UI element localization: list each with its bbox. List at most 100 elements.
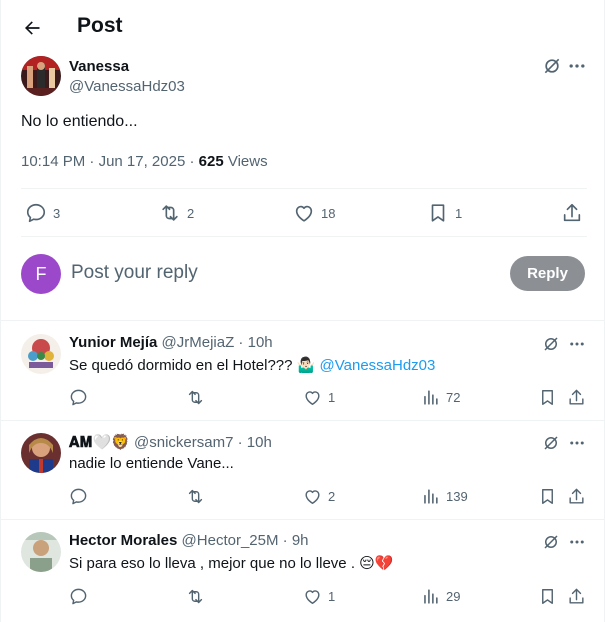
more-options-icon[interactable]: [567, 433, 587, 453]
bookmark-icon: [542, 390, 553, 405]
heart-icon: [305, 391, 320, 405]
reply-input[interactable]: [71, 262, 371, 284]
reply-text: Se quedó dormido en el Hotel??? 🤷🏻‍♂️ @V…: [69, 356, 435, 374]
page-title: Post: [77, 14, 123, 37]
share-action[interactable]: [567, 388, 586, 407]
reply-author-name[interactable]: Yunior Mejía: [69, 334, 157, 351]
main-action-bar: 3 2 18 1: [21, 200, 587, 226]
like-count: 2: [328, 489, 336, 504]
divider: [21, 188, 587, 189]
like-action[interactable]: 1: [303, 587, 335, 606]
reply-icon: [70, 488, 87, 505]
reply-icon: [70, 588, 87, 605]
views-count: 29: [446, 589, 461, 604]
repost-icon: [188, 589, 203, 604]
post-thread-page: Post Vanessa @VanessaHdz03 No lo entiend…: [0, 0, 605, 622]
reply-post[interactable]: Hector Morales @Hector_25M · 9h Si para …: [1, 518, 605, 622]
author-handle[interactable]: @VanessaHdz03: [69, 78, 185, 95]
reply-author-name[interactable]: 𝐀𝐌🤍🦁: [69, 434, 130, 451]
post-time[interactable]: 10:14 PM: [21, 153, 85, 170]
author-avatar[interactable]: [21, 56, 61, 96]
divider: [21, 236, 587, 237]
post-meta: 10:14 PM · Jun 17, 2025 · 625 Views: [21, 153, 268, 170]
repost-action[interactable]: [186, 388, 205, 407]
like-count: 18: [321, 205, 336, 221]
views-action[interactable]: 72: [421, 388, 460, 407]
author-name[interactable]: Vanessa: [69, 58, 129, 75]
reply-author-handle[interactable]: @JrMejiaZ: [162, 334, 235, 351]
bookmark-icon: [431, 204, 445, 222]
bookmark-action[interactable]: [538, 388, 557, 407]
reply-action[interactable]: [69, 487, 88, 506]
like-action[interactable]: 1: [303, 388, 335, 407]
views-icon: [424, 589, 438, 604]
mention-link[interactable]: @VanessaHdz03: [320, 357, 436, 374]
views-action[interactable]: 139: [421, 487, 468, 506]
reply-author-avatar[interactable]: [21, 334, 61, 374]
bookmark-action[interactable]: 1: [427, 202, 462, 224]
like-count: 1: [328, 390, 336, 405]
reply-author-name[interactable]: Hector Morales: [69, 532, 177, 549]
user-avatar[interactable]: F: [21, 254, 61, 294]
repost-icon: [188, 390, 203, 405]
more-options-icon[interactable]: [567, 334, 587, 354]
heart-icon: [305, 490, 320, 504]
more-options-icon[interactable]: [567, 56, 587, 76]
reply-icon: [26, 203, 46, 223]
views-action[interactable]: 29: [421, 587, 460, 606]
reply-post[interactable]: 𝐀𝐌🤍🦁 @snickersam7 · 10h nadie lo entiend…: [1, 419, 605, 519]
bookmark-icon: [542, 489, 553, 504]
reply-composer: F Reply: [21, 253, 587, 295]
reply-time[interactable]: 10h: [247, 434, 272, 451]
share-icon: [569, 488, 584, 504]
repost-icon: [188, 489, 203, 504]
views-count: 139: [446, 489, 468, 504]
heart-icon: [305, 590, 320, 604]
repost-action[interactable]: 2: [159, 202, 194, 224]
views-icon: [424, 390, 438, 405]
reply-action[interactable]: [69, 587, 88, 606]
reply-time[interactable]: 9h: [292, 532, 309, 549]
reply-header: Yunior Mejía @JrMejiaZ · 10h: [69, 334, 273, 351]
share-action[interactable]: [567, 487, 586, 506]
grok-icon[interactable]: [541, 334, 561, 354]
reply-author-handle[interactable]: @Hector_25M: [182, 532, 279, 549]
reply-author-handle[interactable]: @snickersam7: [134, 434, 233, 451]
grok-icon[interactable]: [541, 433, 561, 453]
share-icon: [569, 389, 584, 405]
reply-button[interactable]: Reply: [510, 256, 585, 291]
reply-icon: [70, 389, 87, 406]
views-icon: [424, 489, 438, 504]
repost-action[interactable]: [186, 487, 205, 506]
reply-text: nadie lo entiende Vane...: [69, 455, 234, 472]
reply-author-avatar[interactable]: [21, 433, 61, 473]
bookmark-icon: [542, 589, 553, 604]
bookmark-action[interactable]: [538, 487, 557, 506]
reply-author-avatar[interactable]: [21, 532, 61, 572]
bookmark-count: 1: [455, 205, 463, 221]
like-action[interactable]: 18: [293, 202, 335, 224]
reply-time[interactable]: 10h: [248, 334, 273, 351]
repost-count: 2: [187, 205, 195, 221]
more-options-icon[interactable]: [567, 532, 587, 552]
header: Post: [1, 0, 605, 54]
reply-post[interactable]: Yunior Mejía @JrMejiaZ · 10h Se quedó do…: [1, 320, 605, 420]
post-date[interactable]: Jun 17, 2025: [99, 153, 186, 170]
reply-action[interactable]: 3: [25, 202, 60, 224]
reply-action[interactable]: [69, 388, 88, 407]
reply-header: Hector Morales @Hector_25M · 9h: [69, 532, 309, 549]
repost-icon: [162, 205, 178, 221]
bookmark-action[interactable]: [538, 587, 557, 606]
share-action[interactable]: [561, 202, 583, 224]
grok-icon[interactable]: [542, 56, 562, 76]
like-action[interactable]: 2: [303, 487, 335, 506]
grok-icon[interactable]: [541, 532, 561, 552]
back-arrow-icon[interactable]: [17, 13, 47, 43]
reply-body: Se quedó dormido en el Hotel??? 🤷🏻‍♂️: [69, 357, 316, 374]
reply-text: Si para eso lo lleva , mejor que no lo l…: [69, 555, 394, 572]
repost-action[interactable]: [186, 587, 205, 606]
reply-count: 3: [53, 205, 61, 221]
reply-header: 𝐀𝐌🤍🦁 @snickersam7 · 10h: [69, 434, 272, 451]
share-action[interactable]: [567, 587, 586, 606]
like-count: 1: [328, 589, 336, 604]
